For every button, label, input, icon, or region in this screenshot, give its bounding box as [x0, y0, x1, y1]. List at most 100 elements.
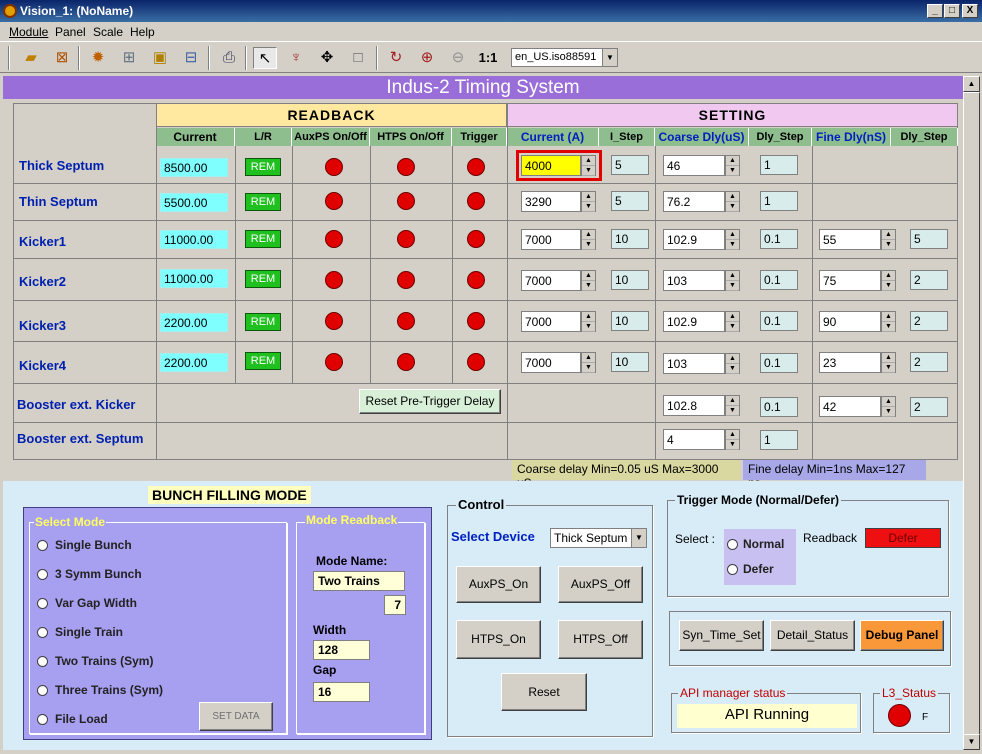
spin-buttons[interactable]: ▲ ▼ — [881, 270, 896, 291]
chevron-down-icon[interactable]: ▼ — [631, 529, 646, 547]
auxps-off-button[interactable]: AuxPS_Off — [558, 566, 643, 603]
reset-button[interactable]: Reset — [501, 673, 587, 711]
scroll-up-icon[interactable]: ▲ — [963, 76, 980, 92]
zoom-out-icon[interactable]: ⊖ — [446, 47, 470, 69]
fine-input[interactable]: 23 ▲ ▼ — [819, 352, 896, 373]
dly-step-input[interactable]: 0.1 — [760, 270, 798, 290]
close-file-icon[interactable]: ⊠ — [50, 47, 74, 69]
scale-1to1-button[interactable]: 1:1 — [476, 47, 500, 69]
radio-defer[interactable] — [727, 564, 738, 575]
i-step-input[interactable]: 5 — [611, 191, 649, 211]
close-button[interactable]: X — [962, 4, 978, 18]
i-step-input[interactable]: 10 — [611, 270, 649, 290]
connect-icon[interactable]: ♆ — [284, 47, 308, 69]
syn-time-set-button[interactable]: Syn_Time_Set — [679, 620, 764, 651]
debug-panel-button[interactable]: Debug Panel — [860, 620, 944, 651]
spin-buttons[interactable]: ▲ ▼ — [881, 352, 896, 373]
booster-kicker-coarse-input[interactable]: 102.8 ▲ ▼ — [663, 395, 740, 416]
spin-buttons[interactable]: ▲ ▼ — [581, 229, 596, 250]
radio-3-symm-bunch[interactable] — [37, 569, 48, 580]
spin-buttons[interactable]: ▲ ▼ — [881, 229, 896, 250]
booster-kicker-dly-step[interactable]: 0.1 — [760, 397, 798, 417]
spin-buttons[interactable]: ▲ ▼ — [725, 311, 740, 332]
spin-buttons[interactable]: ▲ ▼ — [581, 191, 596, 212]
radio-two-trains[interactable] — [37, 656, 48, 667]
gear-icon[interactable]: ✹ — [86, 47, 110, 69]
menu-scale[interactable]: Scale — [93, 25, 123, 39]
zoom-in-icon[interactable]: ⊕ — [415, 47, 439, 69]
i-step-input[interactable]: 10 — [611, 229, 649, 249]
spin-buttons[interactable]: ▲ ▼ — [881, 311, 896, 332]
spin-buttons[interactable]: ▲ ▼ — [581, 270, 596, 291]
spin-buttons[interactable]: ▲ ▼ — [725, 429, 740, 450]
scrollbar-thumb[interactable] — [963, 92, 980, 740]
coarse-input[interactable]: 102.9 ▲ ▼ — [663, 229, 740, 250]
radio-file-load[interactable] — [37, 714, 48, 725]
minimize-button[interactable]: _ — [927, 4, 943, 18]
select-rect-icon[interactable]: □ — [346, 47, 370, 69]
move-icon[interactable]: ✥ — [315, 47, 339, 69]
set-current-input[interactable]: 4000 ▲ ▼ — [521, 155, 596, 176]
set-current-input[interactable]: 3290 ▲ ▼ — [521, 191, 596, 212]
set-current-input[interactable]: 7000 ▲ ▼ — [521, 311, 596, 332]
refresh-icon[interactable]: ↻ — [384, 47, 408, 69]
booster-kicker-fine-step[interactable]: 2 — [910, 397, 948, 417]
menu-module[interactable]: Module — [9, 25, 48, 39]
radio-single-bunch[interactable] — [37, 540, 48, 551]
spin-buttons[interactable]: ▲ ▼ — [725, 395, 740, 416]
detail-status-button[interactable]: Detail_Status — [770, 620, 855, 651]
spin-buttons[interactable]: ▲ ▼ — [581, 352, 596, 373]
i-step-input[interactable]: 10 — [611, 311, 649, 331]
chevron-down-icon[interactable]: ▼ — [602, 49, 617, 66]
i-step-input[interactable]: 10 — [611, 352, 649, 372]
spin-buttons[interactable]: ▲ ▼ — [725, 155, 740, 176]
dly-step-input[interactable]: 0.1 — [760, 353, 798, 373]
device-select[interactable]: Thick Septum ▼ — [550, 528, 647, 548]
coarse-input[interactable]: 46 ▲ ▼ — [663, 155, 740, 176]
coarse-input[interactable]: 103 ▲ ▼ — [663, 353, 740, 374]
spin-buttons[interactable]: ▲ ▼ — [725, 191, 740, 212]
booster-septum-coarse-input[interactable]: 4 ▲ ▼ — [663, 429, 740, 450]
title-bar[interactable]: Vision_1: (NoName) _ □ X — [0, 0, 982, 22]
menu-panel[interactable]: Panel — [55, 25, 86, 39]
auxps-on-button[interactable]: AuxPS_On — [456, 566, 541, 603]
booster-septum-dly-step[interactable]: 1 — [760, 430, 798, 450]
fine-input[interactable]: 75 ▲ ▼ — [819, 270, 896, 291]
pointer-icon[interactable]: ↖ — [253, 47, 277, 69]
spin-buttons[interactable]: ▲ ▼ — [725, 353, 740, 374]
spin-buttons[interactable]: ▲ ▼ — [581, 155, 596, 176]
print-icon[interactable]: ⎙ — [217, 47, 241, 69]
booster-kicker-fine-input[interactable]: 42 ▲ ▼ — [819, 396, 896, 417]
set-data-button[interactable]: SET DATA — [199, 702, 273, 731]
tree-icon[interactable]: ⊞ — [117, 47, 141, 69]
htps-off-button[interactable]: HTPS_Off — [558, 620, 643, 659]
hierarchy-icon[interactable]: ⊟ — [179, 47, 203, 69]
fine-step-input[interactable]: 5 — [910, 229, 948, 249]
htps-on-button[interactable]: HTPS_On — [456, 620, 541, 659]
radio-single-train[interactable] — [37, 627, 48, 638]
radio-three-trains[interactable] — [37, 685, 48, 696]
set-current-input[interactable]: 7000 ▲ ▼ — [521, 270, 596, 291]
coarse-input[interactable]: 76.2 ▲ ▼ — [663, 191, 740, 212]
i-step-input[interactable]: 5 — [611, 155, 649, 175]
module-icon[interactable]: ▣ — [148, 47, 172, 69]
spin-buttons[interactable]: ▲ ▼ — [581, 311, 596, 332]
vertical-scrollbar[interactable]: ▲ ▼ — [963, 76, 980, 750]
dly-step-input[interactable]: 0.1 — [760, 311, 798, 331]
coarse-input[interactable]: 102.9 ▲ ▼ — [663, 311, 740, 332]
dly-step-input[interactable]: 0.1 — [760, 229, 798, 249]
dly-step-input[interactable]: 1 — [760, 155, 798, 175]
set-current-input[interactable]: 7000 ▲ ▼ — [521, 352, 596, 373]
fine-step-input[interactable]: 2 — [910, 311, 948, 331]
spin-buttons[interactable]: ▲ ▼ — [725, 270, 740, 291]
scroll-down-icon[interactable]: ▼ — [963, 734, 980, 750]
radio-var-gap-width[interactable] — [37, 598, 48, 609]
fine-input[interactable]: 55 ▲ ▼ — [819, 229, 896, 250]
menu-help[interactable]: Help — [130, 25, 155, 39]
reset-pretrigger-button[interactable]: Reset Pre-Trigger Delay — [359, 389, 501, 414]
radio-normal[interactable] — [727, 539, 738, 550]
spin-buttons[interactable]: ▲ ▼ — [881, 396, 896, 417]
fine-step-input[interactable]: 2 — [910, 270, 948, 290]
set-current-input[interactable]: 7000 ▲ ▼ — [521, 229, 596, 250]
dly-step-input[interactable]: 1 — [760, 191, 798, 211]
